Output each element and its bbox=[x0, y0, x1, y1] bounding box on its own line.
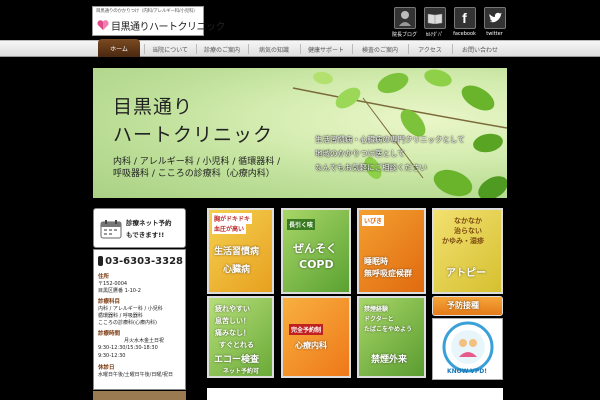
hero-title-line2: ハートクリニック bbox=[113, 124, 274, 146]
hero-message-line2: 地域のかかりつけ医として bbox=[315, 149, 405, 158]
twitter-link[interactable]: twitter bbox=[482, 7, 507, 41]
tile-know-vpd[interactable]: KNOW-VPD! bbox=[432, 318, 503, 380]
net-reservation-line1: 診療ネット予約 bbox=[126, 219, 172, 227]
tile-sleep-apnea[interactable]: いびき 睡眠時 無呼吸症候群 bbox=[357, 208, 426, 294]
tile4-label2: 治らない bbox=[454, 227, 482, 235]
tile5-label4: すぐとれる bbox=[219, 341, 254, 349]
phone-text: 03-6303-3328 bbox=[105, 255, 183, 267]
logo-tagline: 目黒通りのかかりつけ（内科/アレルギー科/小児科） bbox=[96, 9, 198, 14]
tile5-label2: 息苦しい！ bbox=[215, 317, 250, 325]
department-line: 循環器科 / 呼吸器科 bbox=[98, 313, 143, 319]
tile4-label3: かゆみ・湿疹 bbox=[442, 237, 484, 245]
departments-heading: 診療科目 bbox=[98, 299, 121, 305]
phone-icon bbox=[98, 256, 104, 266]
nav-separator bbox=[352, 44, 353, 54]
tile4-label4: アトピー bbox=[446, 268, 486, 279]
nav-separator bbox=[452, 44, 453, 54]
hero-banner: 目黒通り ハートクリニック 内科 / アレルギー科 / 小児科 / 循環器科 /… bbox=[93, 68, 507, 198]
twitter-icon bbox=[483, 7, 506, 29]
nav-exam-guide[interactable]: 検査のご案内 bbox=[354, 41, 406, 57]
facebook-icon: f bbox=[453, 7, 476, 29]
tile1-label2: 心臓病 bbox=[223, 265, 251, 275]
nav-separator bbox=[408, 44, 409, 54]
tile2-tag: 長引く咳 bbox=[287, 219, 316, 230]
facebook-caption: facebook bbox=[453, 31, 476, 37]
tile-asthma-copd[interactable]: 長引く咳 ぜんそく COPD bbox=[281, 208, 351, 294]
hero-title-line1: 目黒通り bbox=[113, 96, 194, 118]
blog-caption: 院長ブログ bbox=[392, 32, 418, 38]
karte-link[interactable]: ｶﾙﾃﾀﾞﾊﾟ bbox=[422, 7, 447, 41]
nav-separator bbox=[144, 44, 145, 54]
tile4-label1: なかなか bbox=[454, 217, 482, 225]
blog-link[interactable]: 院長ブログ bbox=[392, 7, 417, 41]
hours-days: 月火水木金土日祝 bbox=[124, 338, 165, 344]
tile5-label1: 疲れやすい bbox=[215, 305, 250, 313]
twitter-caption: twitter bbox=[486, 31, 503, 37]
hero-message-line1: 生活習慣病・心臓病の専門クリニックとして bbox=[315, 135, 465, 144]
tile5-label5: エコー検査 bbox=[214, 355, 260, 365]
closed-days: 水曜日午後/土曜日午後/日曜/祝日 bbox=[98, 372, 174, 378]
closed-heading: 休診日 bbox=[98, 365, 115, 371]
hero-departments-line2: 呼吸器科 / こころの診療科（心療内科） bbox=[113, 169, 275, 179]
facebook-link[interactable]: f facebook bbox=[452, 7, 477, 41]
tile8-label1: 予防接種 bbox=[447, 301, 479, 310]
nav-separator bbox=[300, 44, 301, 54]
nav-about[interactable]: 当院について bbox=[146, 41, 194, 57]
tile2-label1: ぜんそく bbox=[293, 242, 337, 255]
tile6-tag: 完全予約制 bbox=[289, 324, 324, 335]
bottom-content-bar bbox=[207, 388, 503, 400]
doctor-icon bbox=[393, 7, 416, 29]
karte-caption: ｶﾙﾃﾀﾞﾊﾟ bbox=[425, 32, 444, 38]
net-reservation-line2: もできます!! bbox=[126, 231, 165, 239]
department-line: 内科 / アレルギー科 / 小児科 bbox=[98, 306, 163, 312]
site-header: 目黒通りのかかりつけ（内科/アレルギー科/小児科） 目黒通りハートクリニック 院… bbox=[0, 0, 600, 40]
tile7-label1: 禁煙経験 bbox=[364, 306, 389, 313]
calendar-icon bbox=[100, 220, 122, 239]
nav-access[interactable]: アクセス bbox=[410, 41, 450, 57]
address-heading: 住所 bbox=[98, 274, 110, 280]
tile7-label2: ドクターと bbox=[364, 316, 394, 323]
hours-heading: 診療時間 bbox=[98, 331, 121, 337]
tile2-label2: COPD bbox=[299, 258, 334, 271]
postal-code: 〒152-0004 bbox=[98, 281, 128, 287]
tile-smoking-cessation[interactable]: 禁煙経験 ドクターと たばこをやめよう 禁煙外来 bbox=[357, 296, 426, 378]
logo-name: 目黒通りハートクリニック bbox=[111, 22, 226, 33]
tile1-label1: 生活習慣病 bbox=[214, 247, 260, 257]
tile-vaccination[interactable]: 予防接種 bbox=[432, 296, 503, 316]
tile6-label1: 心療内科 bbox=[295, 341, 327, 350]
hero-message-line3: なんでもお気軽にご相談ください bbox=[315, 163, 427, 172]
tile1-tag2: 血圧が高い bbox=[212, 223, 247, 234]
tile3-label1: 睡眠時 bbox=[364, 257, 388, 266]
tile9-label1: KNOW-VPD! bbox=[447, 368, 487, 375]
nav-disease-knowledge[interactable]: 病気の知識 bbox=[250, 41, 298, 57]
nav-separator bbox=[196, 44, 197, 54]
tile-echo-exam[interactable]: 疲れやすい 息苦しい！ 痛みなし！ すぐとれる エコー検査 ネット予約可 bbox=[207, 296, 274, 378]
clinic-info-box: 03-6303-3328 住所 〒152-0004 目黒区鷹番 1-10-2 診… bbox=[93, 249, 186, 390]
hours-morning: 9:30-12:30/15:30-18:30 bbox=[98, 345, 158, 351]
book-icon bbox=[423, 7, 446, 29]
main-nav: ホーム 当院について 診療のご案内 病気の知識 健康サポート 検査のご案内 アク… bbox=[0, 39, 600, 57]
net-reservation-banner[interactable]: 診療ネット予約 もできます!! bbox=[93, 208, 186, 248]
nav-medical-guide[interactable]: 診療のご案内 bbox=[198, 41, 246, 57]
site-logo[interactable]: 目黒通りのかかりつけ（内科/アレルギー科/小児科） 目黒通りハートクリニック bbox=[92, 6, 226, 36]
nav-health-support[interactable]: 健康サポート bbox=[302, 41, 350, 57]
address-text: 目黒区鷹番 1-10-2 bbox=[98, 288, 141, 294]
tile3-tag: いびき bbox=[362, 215, 385, 226]
hours-afternoon: 9:30-12:30 bbox=[98, 353, 126, 359]
tile7-label4: 禁煙外来 bbox=[371, 355, 408, 365]
nav-separator bbox=[248, 44, 249, 54]
tile-psychosomatic[interactable]: 完全予約制 心療内科 bbox=[281, 296, 351, 378]
phone-number[interactable]: 03-6303-3328 bbox=[98, 254, 183, 268]
tile3-label2: 無呼吸症候群 bbox=[364, 269, 412, 278]
tile5-label3: 痛みなし！ bbox=[215, 329, 250, 337]
tile-atopy[interactable]: なかなか 治らない かゆみ・湿疹 アトピー bbox=[432, 208, 503, 294]
tile5-label6: ネット予約可 bbox=[223, 368, 260, 375]
nav-home[interactable]: ホーム bbox=[98, 39, 140, 57]
heart-logo-icon bbox=[97, 20, 109, 30]
tile-lifestyle-disease[interactable]: 胸がドキドキ 血圧が高い 生活習慣病 心臓病 bbox=[207, 208, 274, 294]
tile7-label3: たばこをやめよう bbox=[364, 326, 413, 333]
department-line: こころの診療科(心療内科) bbox=[98, 320, 157, 326]
nav-contact[interactable]: お問い合わせ bbox=[454, 41, 506, 57]
sidebar-bottom-banner[interactable] bbox=[93, 391, 186, 400]
